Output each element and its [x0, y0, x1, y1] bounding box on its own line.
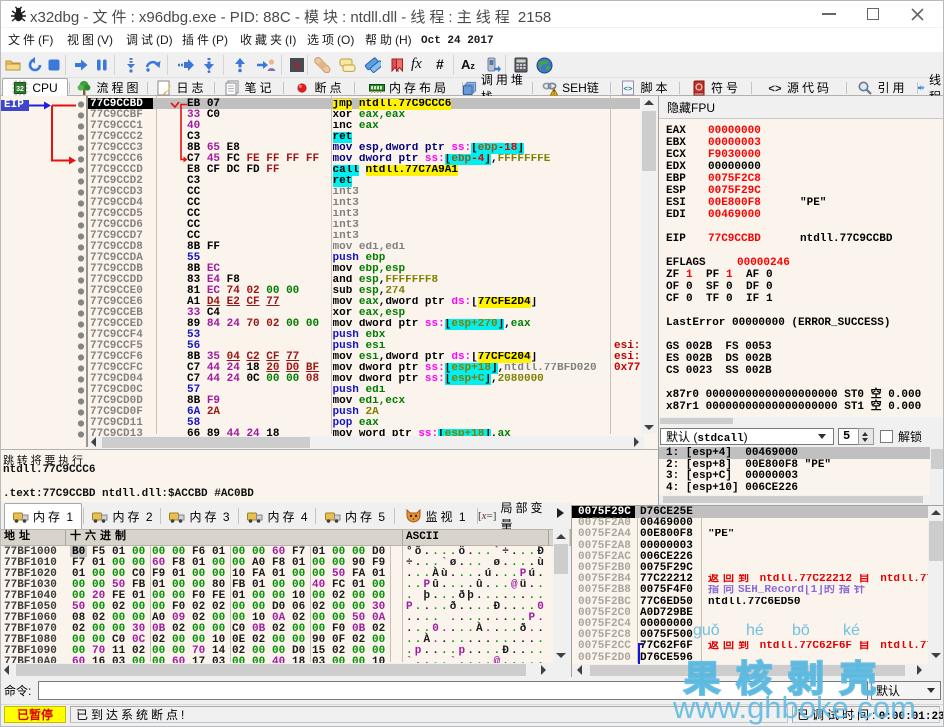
- svg-text:!: !: [553, 90, 555, 96]
- svg-text:S: S: [294, 59, 301, 73]
- svg-text:32: 32: [16, 86, 24, 93]
- svg-text:<>: <>: [624, 86, 634, 94]
- svg-text:<>: <>: [768, 84, 782, 96]
